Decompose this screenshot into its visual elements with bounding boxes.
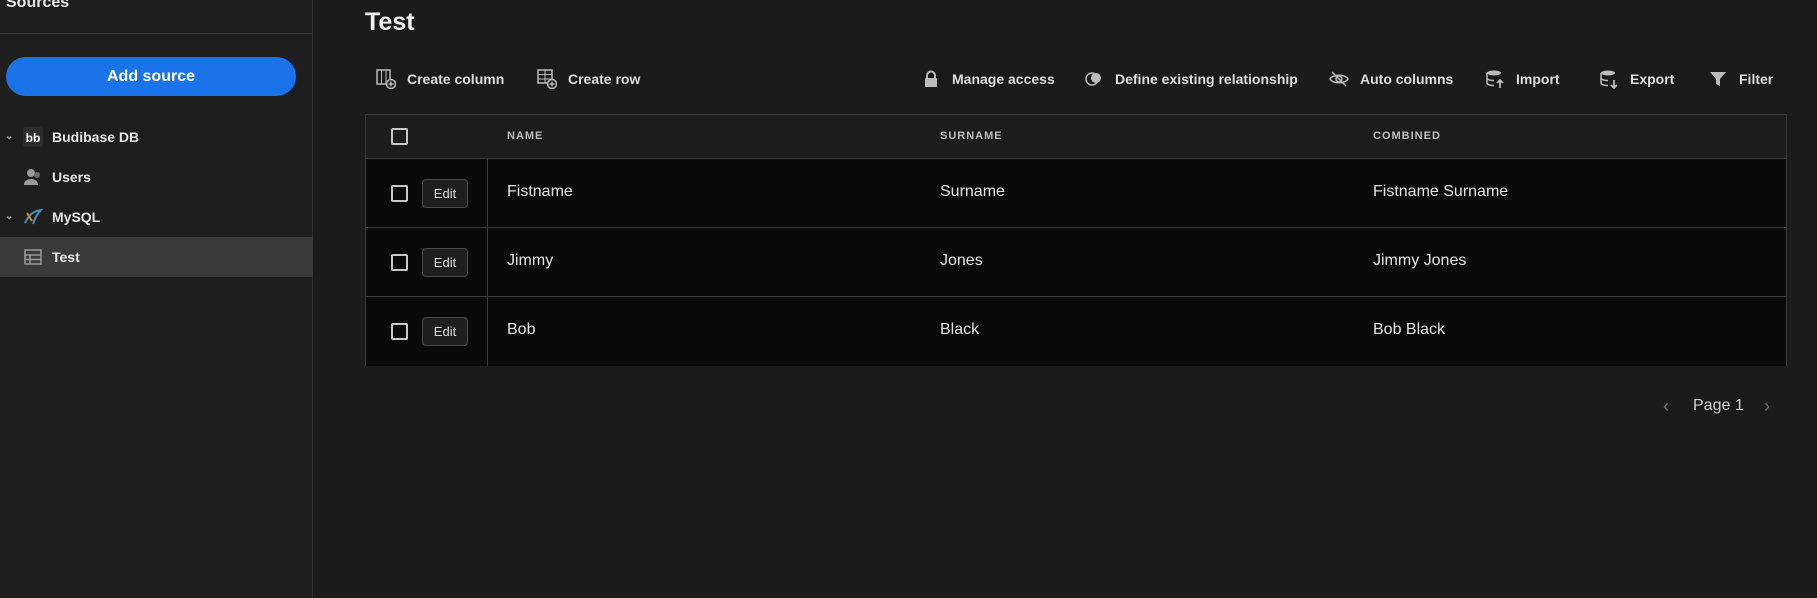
- column-header-combined[interactable]: COMBINED: [1373, 130, 1441, 142]
- sidebar-item-label: Users: [52, 169, 91, 185]
- row-divider: [487, 297, 488, 366]
- table-icon: [23, 247, 43, 267]
- data-table: NAME SURNAME COMBINED Edit Fistname Surn…: [365, 114, 1787, 366]
- export-label: Export: [1630, 71, 1675, 87]
- row-checkbox[interactable]: [391, 185, 408, 202]
- sidebar: Sources Add source ⌄ bb Budibase DB User…: [0, 0, 313, 598]
- budibase-logo-icon: bb: [23, 127, 43, 147]
- manage-access-label: Manage access: [952, 71, 1055, 87]
- sidebar-item-label: Test: [52, 249, 80, 265]
- chevron-down-icon[interactable]: ⌄: [5, 132, 15, 142]
- sidebar-item-users[interactable]: Users: [0, 157, 313, 197]
- table-row[interactable]: Edit Bob Black Bob Black: [366, 297, 1786, 366]
- edit-row-button[interactable]: Edit: [422, 317, 468, 346]
- cell-surname[interactable]: Jones: [940, 252, 983, 270]
- chevron-down-icon[interactable]: ⌄: [5, 212, 15, 222]
- import-icon: [1484, 68, 1506, 90]
- cell-surname[interactable]: Black: [940, 321, 979, 339]
- sidebar-divider: [0, 33, 313, 34]
- chevron-left-icon[interactable]: ‹: [1663, 396, 1669, 417]
- cell-combined[interactable]: Bob Black: [1373, 321, 1445, 339]
- eye-off-icon: [1328, 68, 1350, 90]
- create-row-button[interactable]: Create row: [536, 66, 640, 92]
- table-row[interactable]: Edit Jimmy Jones Jimmy Jones: [366, 228, 1786, 297]
- add-row-icon: [536, 68, 558, 90]
- sidebar-item-label: MySQL: [52, 209, 101, 225]
- relationship-icon: [1083, 68, 1105, 90]
- cell-combined[interactable]: Jimmy Jones: [1373, 252, 1466, 270]
- svg-text:bb: bb: [26, 131, 41, 145]
- export-icon: [1598, 68, 1620, 90]
- page-title: Test: [365, 8, 415, 36]
- row-checkbox[interactable]: [391, 323, 408, 340]
- create-column-button[interactable]: Create column: [375, 66, 504, 92]
- import-button[interactable]: Import: [1484, 66, 1560, 92]
- lock-icon: [920, 68, 942, 90]
- page-indicator: Page 1: [1693, 397, 1744, 414]
- sidebar-item-mysql[interactable]: ⌄ MySQL: [0, 197, 313, 237]
- define-relationship-label: Define existing relationship: [1115, 71, 1298, 87]
- manage-access-button[interactable]: Manage access: [920, 66, 1055, 92]
- define-relationship-button[interactable]: Define existing relationship: [1083, 66, 1298, 92]
- import-label: Import: [1516, 71, 1560, 87]
- table-header: NAME SURNAME COMBINED: [366, 115, 1786, 159]
- auto-columns-button[interactable]: Auto columns: [1328, 66, 1453, 92]
- filter-label: Filter: [1739, 71, 1774, 87]
- auto-columns-label: Auto columns: [1360, 71, 1454, 87]
- add-source-button[interactable]: Add source: [6, 57, 296, 96]
- mysql-icon: [23, 207, 43, 227]
- create-row-label: Create row: [568, 71, 641, 87]
- sidebar-item-budibase-db[interactable]: ⌄ bb Budibase DB: [0, 117, 313, 157]
- cell-name[interactable]: Jimmy: [507, 252, 553, 270]
- row-divider: [487, 228, 488, 296]
- filter-icon: [1707, 68, 1729, 90]
- export-button[interactable]: Export: [1598, 66, 1674, 92]
- cell-name[interactable]: Fistname: [507, 183, 573, 201]
- row-checkbox[interactable]: [391, 254, 408, 271]
- column-header-surname[interactable]: SURNAME: [940, 130, 1003, 142]
- table-row[interactable]: Edit Fistname Surname Fistname Surname: [366, 159, 1786, 228]
- cell-surname[interactable]: Surname: [940, 183, 1005, 201]
- sidebar-item-label: Budibase DB: [52, 129, 140, 145]
- column-header-name[interactable]: NAME: [507, 130, 543, 142]
- chevron-right-icon[interactable]: ›: [1764, 396, 1770, 417]
- sidebar-title: Sources: [6, 0, 70, 11]
- create-column-label: Create column: [407, 71, 505, 87]
- row-divider: [487, 159, 488, 227]
- select-all-checkbox[interactable]: [391, 128, 408, 145]
- cell-combined[interactable]: Fistname Surname: [1373, 183, 1508, 201]
- filter-button[interactable]: Filter: [1707, 66, 1773, 92]
- cell-name[interactable]: Bob: [507, 321, 535, 339]
- sidebar-item-test[interactable]: Test: [0, 237, 313, 277]
- edit-row-button[interactable]: Edit: [422, 179, 468, 208]
- add-column-icon: [375, 68, 397, 90]
- edit-row-button[interactable]: Edit: [422, 248, 468, 277]
- users-icon: [23, 167, 43, 187]
